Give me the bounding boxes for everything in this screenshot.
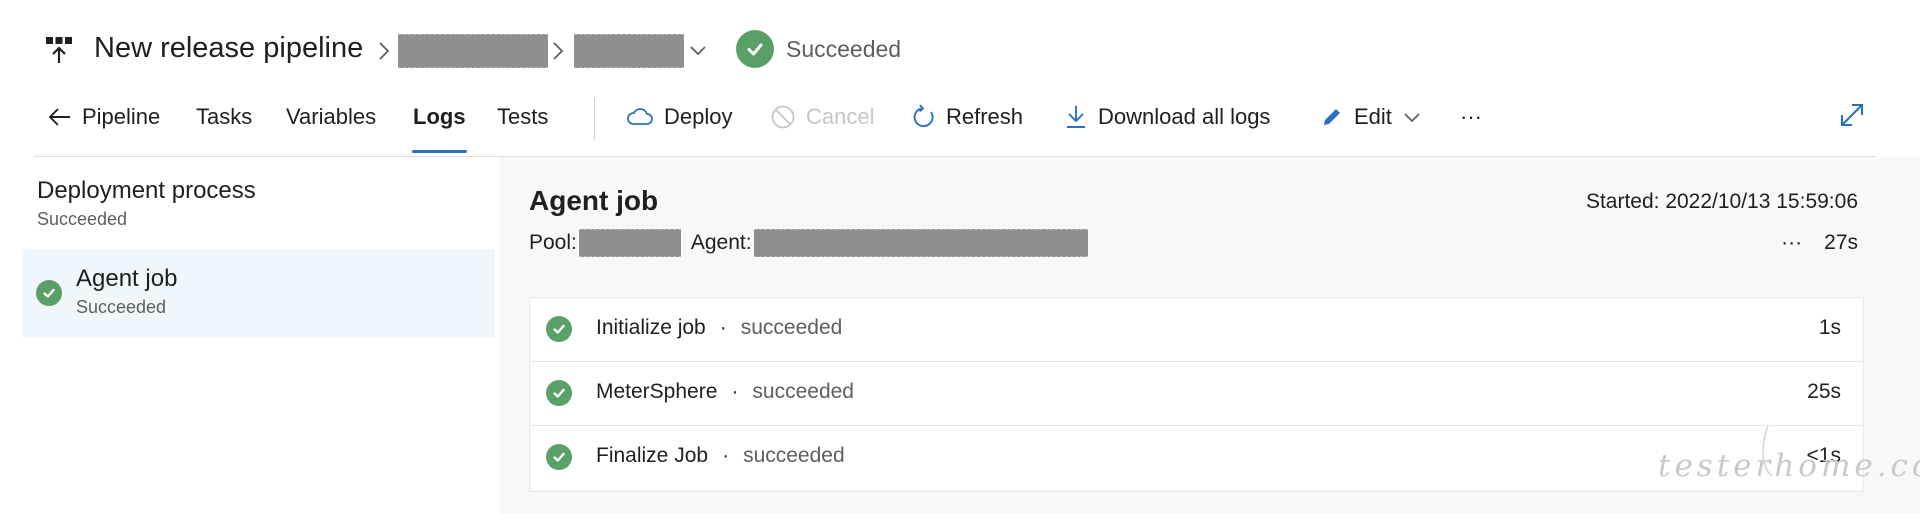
sidebar: Deployment process Succeeded Agent job S… [0,157,500,514]
success-check-icon [736,30,774,68]
tab-tests[interactable]: Tests [497,104,548,130]
deployment-process-status: Succeeded [37,209,128,229]
expand-icon[interactable] [1838,101,1866,129]
tab-logs[interactable]: Logs [413,104,466,130]
download-all-logs-label: Download all logs [1098,104,1271,129]
svg-text:testerhome.com: testerhome.com [1658,448,1920,484]
step-separator: · [722,444,730,467]
breadcrumb-stage-redacted[interactable] [574,34,684,68]
success-check-icon [36,280,62,306]
success-check-icon [546,316,572,342]
chevron-right-icon [379,42,390,60]
edit-button[interactable]: Edit [1320,104,1422,130]
job-duration: 27s [1824,231,1858,254]
list-item-step-metersphere[interactable]: MeterSphere · succeeded 25s [530,362,1863,426]
cancel-button[interactable]: Cancel [770,104,874,130]
download-all-logs-button[interactable]: Download all logs [1064,104,1270,130]
active-tab-indicator [412,150,467,153]
refresh-button[interactable]: Refresh [912,104,1023,130]
cloud-icon [627,108,653,125]
step-name: MeterSphere [596,380,718,403]
step-separator: · [731,380,739,403]
step-status: succeeded [740,316,843,339]
pool-agent-row: Pool: Agent: [529,229,1088,257]
pool-value-redacted [578,229,681,257]
edit-label: Edit [1354,104,1392,129]
breadcrumb-release-redacted[interactable] [398,34,548,68]
step-duration: 1s [1818,316,1841,339]
success-check-icon [546,444,572,470]
back-to-pipeline-label: Pipeline [82,104,161,129]
step-status: succeeded [743,444,845,467]
pipeline-title[interactable]: New release pipeline [94,32,363,65]
arrow-left-icon [48,108,70,126]
testerhome-watermark: testerhome.com [1658,425,1920,484]
toolbar: Pipeline Tasks Variables Logs Tests Depl… [0,90,1920,157]
success-check-icon [546,380,572,406]
refresh-label: Refresh [946,104,1024,129]
release-status-label: Succeeded [786,35,902,62]
download-icon [1067,106,1085,128]
sidebar-item-label: Agent job [76,265,178,292]
pencil-icon [1324,109,1340,125]
started-timestamp: Started: 2022/10/13 15:59:06 [1585,190,1858,213]
deploy-button[interactable]: Deploy [626,104,732,130]
back-to-pipeline-button[interactable]: Pipeline [48,104,160,130]
tab-tasks[interactable]: Tasks [196,104,252,130]
toolbar-separator [594,98,595,140]
header: New release pipeline Succeeded [0,0,1920,100]
more-actions-button[interactable]: ··· [1460,104,1482,130]
job-more-button[interactable]: ··· [1781,231,1802,255]
chevron-down-icon[interactable] [688,42,708,58]
job-duration-row: ··· 27s [1781,231,1858,255]
list-item-step-initialize-job[interactable]: Initialize job · succeeded 1s [530,298,1863,362]
job-title: Agent job [529,185,659,216]
deploy-label: Deploy [664,104,733,129]
deployment-process-title[interactable]: Deployment process [37,177,256,205]
agent-value-redacted [753,229,1088,257]
sidebar-item-agent-job[interactable]: Agent job Succeeded [22,249,495,337]
release-status: Succeeded [736,30,901,68]
cancel-icon [771,105,795,129]
step-name: Initialize job [596,316,706,339]
step-status: succeeded [752,380,854,403]
chevron-right-icon [553,42,564,60]
step-separator: · [719,316,727,339]
step-name: Finalize Job [596,444,709,467]
refresh-icon [913,104,934,128]
sidebar-item-status: Succeeded [76,297,167,317]
release-pipeline-icon [46,37,72,63]
pool-label: Pool: [529,231,577,254]
step-duration: 25s [1807,380,1841,403]
chevron-down-icon [1404,113,1420,123]
agent-label: Agent: [690,231,752,254]
cancel-label: Cancel [806,104,875,129]
tab-variables[interactable]: Variables [286,104,376,130]
